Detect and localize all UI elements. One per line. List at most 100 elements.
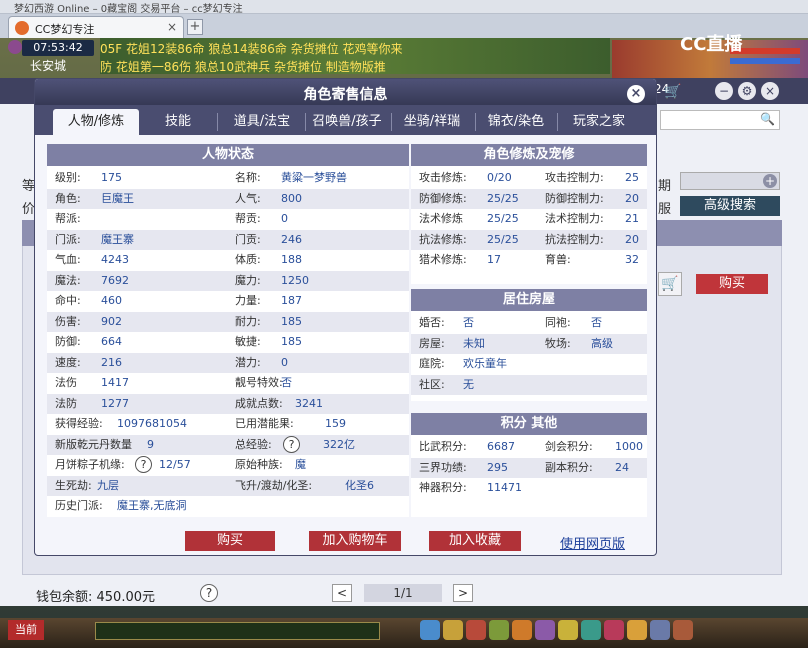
tray-item-icon[interactable] xyxy=(604,620,624,640)
chat-input[interactable] xyxy=(95,622,380,640)
tab-items[interactable]: 道具/法宝 xyxy=(223,109,301,135)
help-icon[interactable]: ? xyxy=(283,435,300,453)
info-value: 无 xyxy=(463,377,474,391)
tray-item-icon[interactable] xyxy=(512,620,532,640)
pager-prev-button[interactable]: < xyxy=(332,584,352,602)
cc-live-logo: CC直播 xyxy=(680,34,743,55)
tab-separator xyxy=(475,113,476,131)
browser-tab[interactable]: CC梦幻专注 × xyxy=(8,16,184,38)
info-row: 法术修炼 25/25 法术控制力: 21 xyxy=(411,209,647,229)
status-value: 魔王寨,无底洞 xyxy=(117,499,187,512)
section-header: 居住房屋 xyxy=(411,289,647,311)
info-row: 社区: 无 xyxy=(411,374,647,395)
info-label: 攻击修炼: xyxy=(419,171,467,184)
tray-item-icon[interactable] xyxy=(489,620,509,640)
minimize-icon[interactable]: − xyxy=(715,82,733,100)
status-label: 力量: xyxy=(235,294,261,307)
chat-channel-button[interactable]: 当前 xyxy=(8,620,44,640)
status-value: 9 xyxy=(147,437,154,451)
tab-skills[interactable]: 技能 xyxy=(145,109,211,135)
close-icon[interactable]: × xyxy=(761,82,779,100)
status-value: 187 xyxy=(281,294,302,307)
status-row: 级别: 175 名称: 黄粱一梦野兽 xyxy=(47,168,409,188)
period-select[interactable]: + xyxy=(680,172,780,190)
status-label: 名称: xyxy=(235,171,261,184)
status-value: 巨魔王 xyxy=(101,191,134,205)
settings-gear-icon[interactable]: ⚙ xyxy=(738,82,756,100)
add-to-favorites-button[interactable]: 加入收藏 xyxy=(429,531,521,551)
info-value: 1000 xyxy=(615,440,643,453)
status-row: 速度: 216 潜力: 0 xyxy=(47,352,409,373)
status-value: 12/57 xyxy=(159,458,191,471)
add-to-cart-icon[interactable]: 🛒 xyxy=(658,272,682,296)
info-label: 牧场: xyxy=(545,336,571,350)
result-buy-button[interactable]: 购买 xyxy=(696,274,768,294)
status-value: 0 xyxy=(281,212,288,225)
info-label: 剑会积分: xyxy=(545,440,593,453)
status-value: 664 xyxy=(101,335,122,348)
modal-header: 角色寄售信息 × xyxy=(35,79,656,105)
search-icon[interactable]: 🔍 xyxy=(760,112,775,126)
tab-player-home[interactable]: 玩家之家 xyxy=(559,109,639,135)
status-label: 耐力: xyxy=(235,314,261,328)
market-search-input[interactable]: 🔍 xyxy=(660,110,780,130)
status-value: 246 xyxy=(281,232,302,246)
status-label: 级别: xyxy=(55,171,81,184)
modal-close-icon[interactable]: × xyxy=(627,85,645,103)
tray-item-icon[interactable] xyxy=(443,620,463,640)
game-clock: 07:53:42 xyxy=(22,40,94,56)
info-value: 否 xyxy=(591,316,602,329)
status-label: 成就点数: xyxy=(235,396,283,410)
tray-item-icon[interactable] xyxy=(650,620,670,640)
market-window-controls: − ⚙ × xyxy=(710,82,779,100)
tray-item-icon[interactable] xyxy=(420,620,440,640)
new-tab-button[interactable]: + xyxy=(187,19,203,35)
tray-item-icon[interactable] xyxy=(535,620,555,640)
tab-pets[interactable]: 召唤兽/孩子 xyxy=(307,109,387,135)
tray-item-icon[interactable] xyxy=(466,620,486,640)
info-label: 神器积分: xyxy=(419,481,467,494)
info-row: 攻击修炼: 0/20 攻击控制力: 25 xyxy=(411,168,647,188)
status-row: 历史门派: 魔王寨,无底洞 xyxy=(47,496,409,516)
info-row: 婚否: 否 同袍: 否 xyxy=(411,313,647,333)
tab-mounts[interactable]: 坐骑/祥瑞 xyxy=(393,109,471,135)
tab-character-cultivation[interactable]: 人物/修炼 xyxy=(53,109,139,135)
modal-tabbar: 人物/修炼 技能 道具/法宝 召唤兽/孩子 坐骑/祥瑞 锦衣/染色 玩家之家 xyxy=(35,105,656,135)
tray-item-icon[interactable] xyxy=(581,620,601,640)
status-value: 159 xyxy=(325,417,346,430)
web-version-link[interactable]: 使用网页版 xyxy=(560,533,625,552)
cart-icon[interactable]: 🛒 xyxy=(664,84,681,100)
status-label: 人气: xyxy=(235,191,261,205)
status-row: 获得经验: 1097681054 已用潜能果: 159 xyxy=(47,414,409,434)
tray-item-icon[interactable] xyxy=(673,620,693,640)
info-value: 25/25 xyxy=(487,232,519,246)
help-icon[interactable]: ? xyxy=(200,584,218,602)
info-value: 25/25 xyxy=(487,191,519,205)
advanced-search-button[interactable]: 高级搜索 xyxy=(680,196,780,216)
buy-button[interactable]: 购买 xyxy=(185,531,275,551)
tab-separator xyxy=(217,113,218,131)
status-label: 速度: xyxy=(55,355,81,369)
status-label: 飞升/渡劫/化圣: xyxy=(235,478,313,492)
status-value: 185 xyxy=(281,335,302,348)
status-label: 法防 xyxy=(55,396,77,410)
tab-close-icon[interactable]: × xyxy=(167,20,177,34)
status-value: 188 xyxy=(281,253,302,266)
pager-next-button[interactable]: > xyxy=(453,584,473,602)
tab-outfits[interactable]: 锦衣/染色 xyxy=(477,109,555,135)
plus-icon[interactable]: + xyxy=(763,174,777,188)
status-label: 靓号特效: xyxy=(235,376,283,389)
info-row: 庭院: 欢乐童年 xyxy=(411,354,647,374)
status-value: 1277 xyxy=(101,396,129,410)
info-value: 未知 xyxy=(463,336,485,350)
status-label: 潜力: xyxy=(235,355,261,369)
help-icon[interactable]: ? xyxy=(135,456,152,473)
tray-item-icon[interactable] xyxy=(627,620,647,640)
add-to-cart-button[interactable]: 加入购物车 xyxy=(309,531,401,551)
info-label: 房屋: xyxy=(419,336,445,350)
tab-favicon-icon xyxy=(15,21,29,35)
info-value: 0/20 xyxy=(487,171,512,184)
info-label: 防御修炼: xyxy=(419,191,467,205)
info-value: 17 xyxy=(487,253,501,266)
tray-item-icon[interactable] xyxy=(558,620,578,640)
